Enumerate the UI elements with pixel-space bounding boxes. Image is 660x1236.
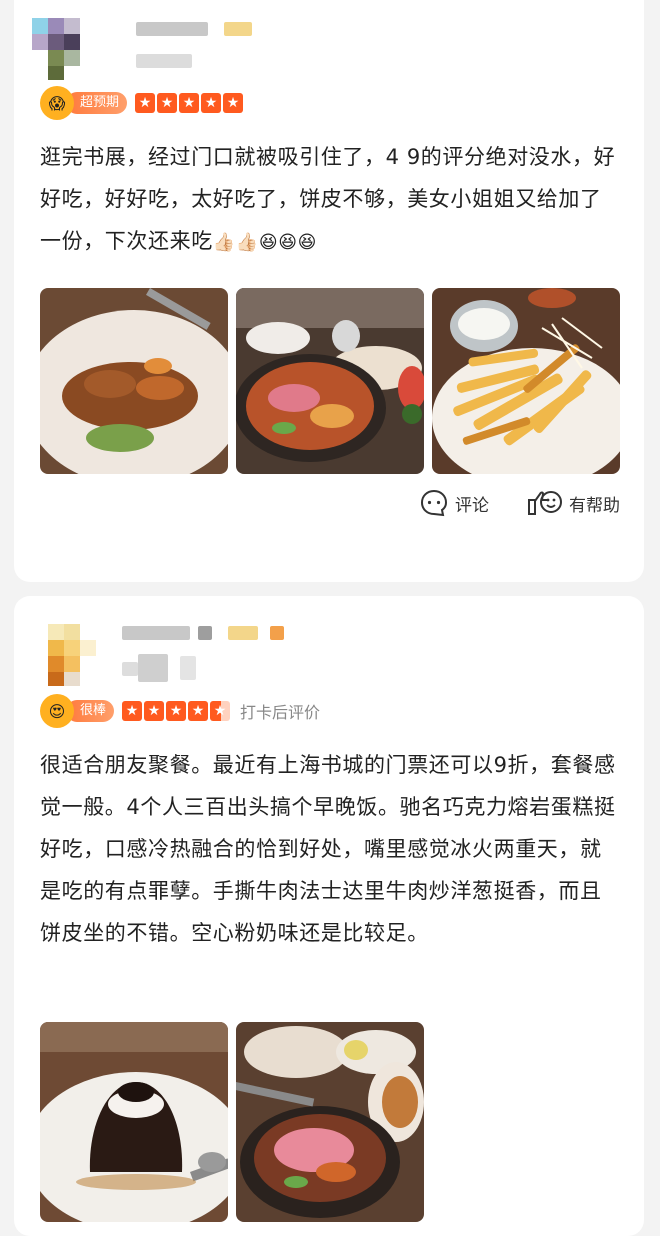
star-icon: ★ <box>135 93 156 113</box>
star-icon: ★ <box>201 93 222 113</box>
experience-tag: 超预期 <box>66 92 128 114</box>
review-card: 😱 超预期 ★ ★ ★ ★ ★ 逛完书展，经过门口就被吸引住了，4 9的评分绝对… <box>14 0 644 582</box>
star-icon: ★ <box>223 93 244 113</box>
review-text[interactable]: 逛完书展，经过门口就被吸引住了，4 9的评分绝对没水，好好吃，好好吃，太好吃了，… <box>40 136 620 264</box>
star-rating: ★ ★ ★ ★ ★ <box>135 93 244 113</box>
username-blurred <box>198 626 212 640</box>
user-meta-blurred <box>136 54 192 68</box>
review-photo[interactable] <box>236 1022 424 1222</box>
username-blurred <box>228 626 258 640</box>
review-photo[interactable] <box>40 288 228 474</box>
review-photo[interactable] <box>432 288 620 474</box>
helpful-button[interactable]: 有帮助 <box>527 488 620 518</box>
review-text[interactable]: 很适合朋友聚餐。最近有上海书城的门票还可以9折，套餐感觉一般。4个人三百出头搞个… <box>40 744 620 954</box>
rating-row: 😱 超预期 ★ ★ ★ ★ ★ <box>40 86 244 120</box>
heart-eyes-face-icon: 😍 <box>40 694 74 728</box>
star-icon: ★ <box>144 701 165 721</box>
review-photo[interactable] <box>236 288 424 474</box>
username-blurred <box>136 22 208 36</box>
user-avatar[interactable] <box>32 18 94 80</box>
star-icon: ★ <box>157 93 178 113</box>
star-rating: ★ ★ ★ ★ ★ <box>122 701 231 721</box>
thumbs-up-icon <box>528 491 562 515</box>
star-icon: ★ <box>166 701 187 721</box>
review-card: 😍 很棒 ★ ★ ★ ★ ★ 打卡后评价 很适合朋友聚餐。最近有上海书城的门票还… <box>14 596 644 1236</box>
comment-button[interactable]: 评论 <box>419 488 489 518</box>
username-blurred <box>224 22 252 36</box>
helpful-label: 有帮助 <box>569 495 620 516</box>
half-star-icon: ★ <box>210 701 231 721</box>
user-avatar[interactable] <box>48 624 110 686</box>
star-icon: ★ <box>122 701 143 721</box>
username-blurred <box>122 626 190 640</box>
star-icon: ★ <box>188 701 209 721</box>
username-blurred <box>270 626 284 640</box>
review-actions: 评论 有帮助 <box>419 488 620 518</box>
rating-row: 😍 很棒 ★ ★ ★ ★ ★ 打卡后评价 <box>40 694 321 728</box>
checkin-review-label: 打卡后评价 <box>240 703 321 722</box>
user-meta-blurred <box>138 654 168 682</box>
comment-icon <box>420 489 448 517</box>
review-photo[interactable] <box>40 1022 228 1222</box>
user-meta-blurred <box>180 656 196 680</box>
comment-label: 评论 <box>455 495 489 516</box>
emoji-sequence: 👍🏻👍🏻😆😆😆 <box>212 232 317 253</box>
shocked-face-icon: 😱 <box>40 86 74 120</box>
user-meta-blurred <box>122 662 138 676</box>
star-icon: ★ <box>179 93 200 113</box>
